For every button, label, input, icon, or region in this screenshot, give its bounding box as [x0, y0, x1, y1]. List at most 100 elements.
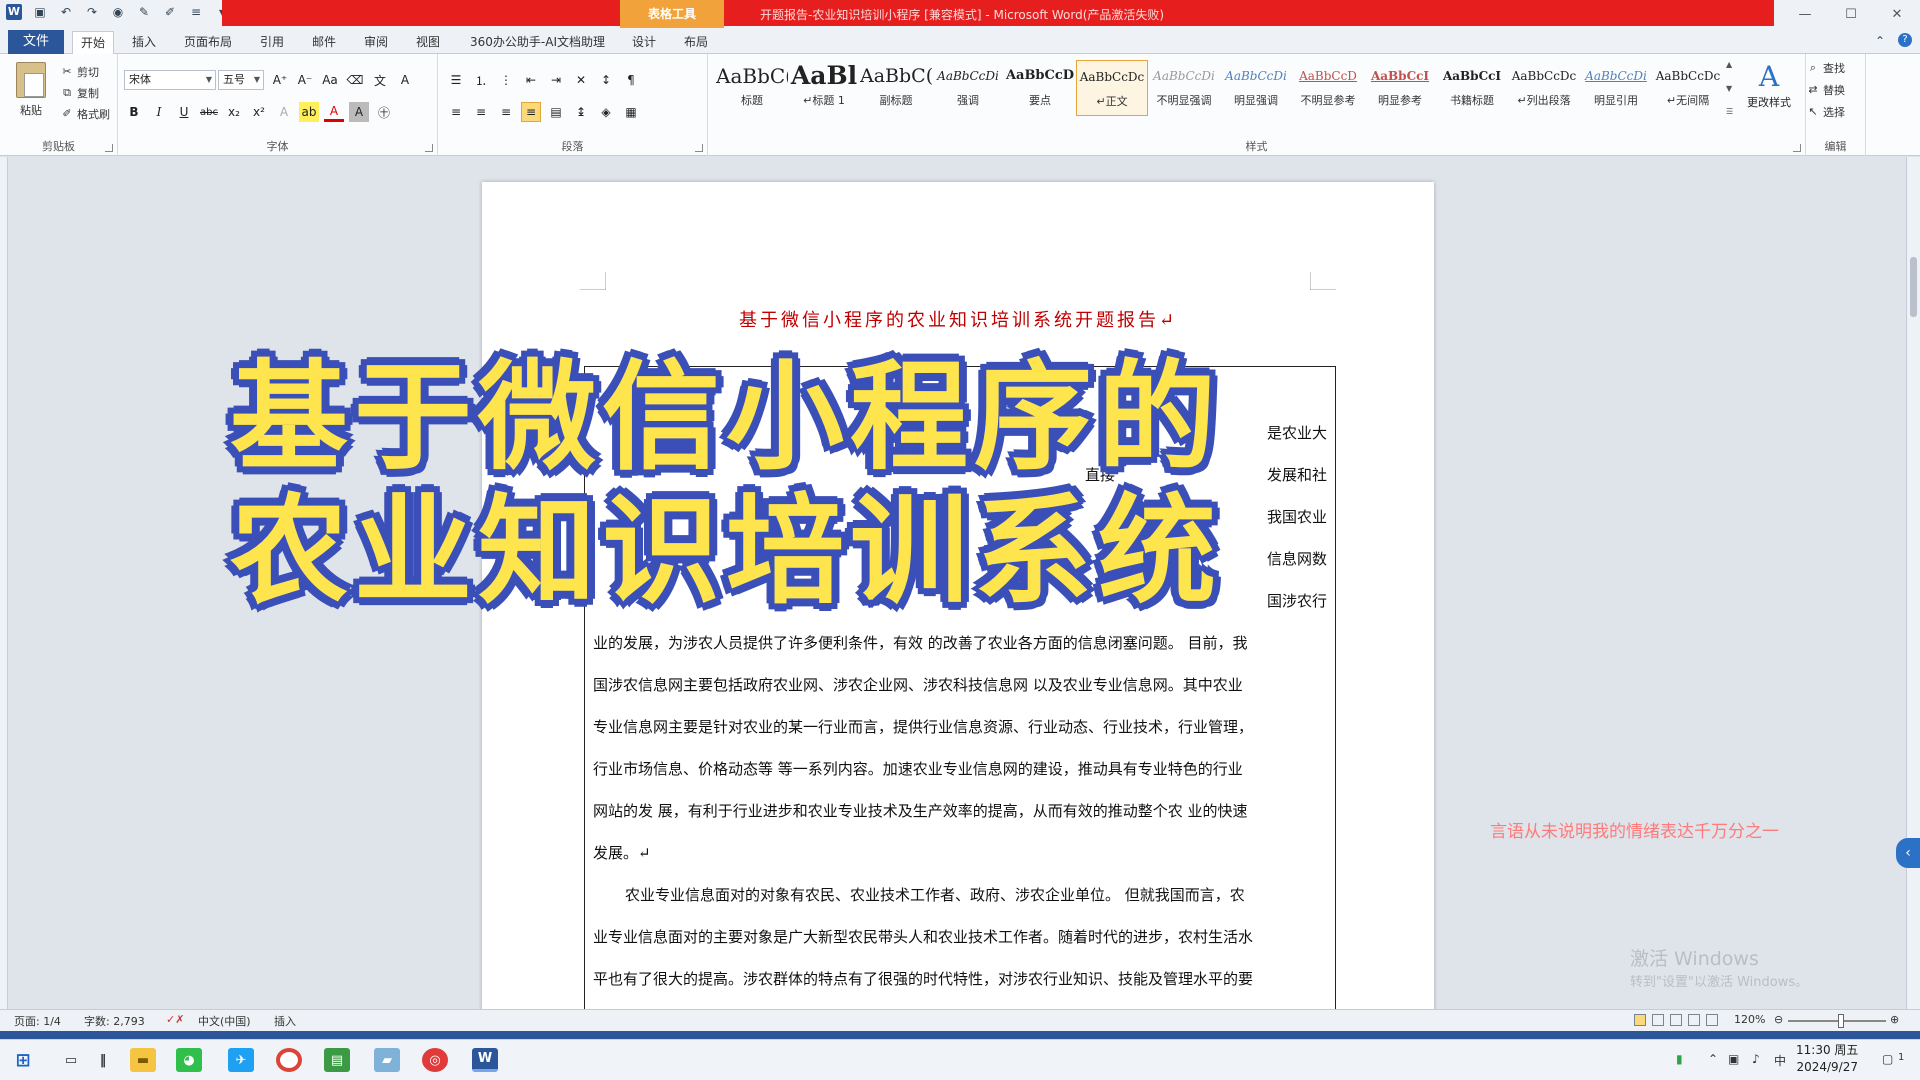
network-icon[interactable]: ▣ [1728, 1052, 1739, 1066]
line-spacing-icon[interactable]: ↨ [571, 102, 591, 122]
wechat-icon[interactable]: ◕ [176, 1048, 202, 1072]
tab-table-design[interactable]: 设计 [624, 31, 664, 54]
grow-font-icon[interactable]: A⁺ [270, 70, 290, 90]
show-marks-icon[interactable]: ¶ [621, 70, 641, 90]
select-button[interactable]: ↖ 选择 [1806, 104, 1845, 120]
netease-music-icon[interactable]: ◎ [422, 1048, 448, 1072]
char-border-icon[interactable]: A [395, 70, 415, 90]
shading-icon[interactable]: ◈ [596, 102, 616, 122]
style-emphasis[interactable]: AaBbCcDi 强调 [932, 60, 1004, 116]
notification-icon[interactable]: ▢ [1882, 1052, 1893, 1066]
styles-launcher-icon[interactable] [1793, 144, 1801, 152]
windows-start-icon[interactable]: ⊞ [10, 1048, 36, 1072]
style-no-spacing[interactable]: AaBbCcDc ↵无间隔 [1652, 60, 1724, 116]
web-view-icon[interactable] [1670, 1014, 1682, 1026]
tab-file[interactable]: 文件 [8, 30, 64, 54]
sort-icon[interactable]: ↕ [596, 70, 616, 90]
multilevel-list-icon[interactable]: ⋮ [496, 70, 516, 90]
style-subtle-reference[interactable]: AaBbCcD 不明显参考 [1292, 60, 1364, 116]
style-normal[interactable]: AaBbCcDc ↵正文 [1076, 60, 1148, 116]
char-shading-icon[interactable]: A [349, 102, 369, 122]
find-button[interactable]: ⌕ 查找 [1806, 60, 1845, 76]
italic-icon[interactable]: I [149, 102, 169, 122]
align-left-icon[interactable]: ≡ [446, 102, 466, 122]
highlight-icon[interactable]: ab [299, 102, 319, 122]
style-book-title[interactable]: AaBbCcI 书籍标题 [1436, 60, 1508, 116]
replace-button[interactable]: ⇄ 替换 [1806, 82, 1845, 98]
asian-layout-icon[interactable]: ✕ [571, 70, 591, 90]
draft-view-icon[interactable] [1706, 1014, 1718, 1026]
numbering-icon[interactable]: ⒈ [471, 70, 491, 90]
scroll-up-icon[interactable]: ▲ [1726, 60, 1738, 69]
proofing-icon[interactable]: ✓✗ [166, 1013, 184, 1026]
superscript-icon[interactable]: x² [249, 102, 269, 122]
tab-home[interactable]: 开始 [72, 31, 115, 54]
word-count[interactable]: 字数: 2,793 [84, 1013, 145, 1029]
font-launcher-icon[interactable] [425, 144, 433, 152]
shrink-font-icon[interactable]: A⁻ [295, 70, 315, 90]
maximize-button[interactable]: ☐ [1828, 0, 1874, 28]
tab-360-ai-assistant[interactable]: 360办公助手-AI文档助理 [462, 31, 613, 54]
zoom-level[interactable]: 120% [1734, 1013, 1765, 1026]
align-right-icon[interactable]: ≡ [496, 102, 516, 122]
brush-icon[interactable]: ✐ [162, 4, 178, 20]
language[interactable]: 中文(中国) [198, 1013, 251, 1029]
tab-review[interactable]: 审阅 [356, 31, 396, 54]
system-clock[interactable]: 11:30 周五 2024/9/27 [1796, 1042, 1858, 1076]
color-wheel-icon[interactable]: ◉ [110, 4, 126, 20]
print-layout-view-icon[interactable] [1634, 1014, 1646, 1026]
file-explorer-icon[interactable]: ▬ [130, 1048, 156, 1072]
list-icon[interactable]: ≡ [188, 4, 204, 20]
style-list-paragraph[interactable]: AaBbCcDc ↵列出段落 [1508, 60, 1580, 116]
redo-icon[interactable]: ↷ [84, 4, 100, 20]
text-effects-icon[interactable]: A [274, 102, 294, 122]
increase-indent-icon[interactable]: ⇥ [546, 70, 566, 90]
tray-expand-icon[interactable]: ⌃ [1708, 1052, 1718, 1066]
battery-icon[interactable]: ▮ [1676, 1052, 1683, 1066]
bullets-icon[interactable]: ☰ [446, 70, 466, 90]
format-painter-button[interactable]: ✐ 格式刷 [60, 106, 110, 122]
align-center-icon[interactable]: ≡ [471, 102, 491, 122]
volume-icon[interactable]: ♪ [1752, 1052, 1760, 1066]
ime-indicator[interactable]: 中 [1774, 1052, 1786, 1069]
outline-view-icon[interactable] [1688, 1014, 1700, 1026]
paste-icon[interactable] [16, 62, 46, 98]
word-taskbar-icon[interactable]: W [472, 1048, 498, 1072]
paragraph-launcher-icon[interactable] [695, 144, 703, 152]
change-case-icon[interactable]: Aa [320, 70, 340, 90]
document-app-icon[interactable]: ▰ [374, 1048, 400, 1072]
underline-icon[interactable]: U [174, 102, 194, 122]
clear-format-icon[interactable]: ⌫ [345, 70, 365, 90]
style-title[interactable]: AaBbC(标题 [716, 60, 788, 116]
borders-icon[interactable]: ▦ [621, 102, 641, 122]
undo-icon[interactable]: ↶ [58, 4, 74, 20]
style-subtle-emphasis[interactable]: AaBbCcDi 不明显强调 [1148, 60, 1220, 116]
font-name-combo[interactable]: 宋体 ▼ [124, 70, 216, 90]
collapse-ribbon-icon[interactable]: ⌃ [1872, 33, 1888, 49]
decrease-indent-icon[interactable]: ⇤ [521, 70, 541, 90]
font-size-combo[interactable]: 五号 ▼ [218, 70, 264, 90]
justify-icon[interactable]: ≡ [521, 102, 541, 122]
minimize-button[interactable]: — [1782, 0, 1828, 28]
close-button[interactable]: ✕ [1874, 0, 1920, 28]
task-view-icon[interactable]: ▭ [58, 1048, 84, 1072]
style-subtitle[interactable]: AaBbC(副标题 [860, 60, 932, 116]
full-screen-view-icon[interactable] [1652, 1014, 1664, 1026]
page-counter[interactable]: 页面: 1/4 [14, 1013, 61, 1029]
enclose-char-icon[interactable]: ㊉ [374, 102, 394, 122]
scrollbar-thumb[interactable] [1910, 257, 1917, 317]
tab-page-layout[interactable]: 页面布局 [176, 31, 240, 54]
word-logo-icon[interactable]: W [6, 4, 22, 20]
gallery-more-icon[interactable]: ☰ [1726, 107, 1738, 116]
strikethrough-icon[interactable]: abc [199, 102, 219, 122]
side-panel-toggle[interactable]: ‹ [1896, 838, 1920, 868]
tab-table-layout[interactable]: 布局 [676, 31, 716, 54]
bold-icon[interactable]: B [124, 102, 144, 122]
tab-references[interactable]: 引用 [252, 31, 292, 54]
clipboard-launcher-icon[interactable] [105, 144, 113, 152]
style-heading-1[interactable]: AaBl ↵标题 1 [788, 60, 860, 116]
pen-icon[interactable]: ✎ [136, 4, 152, 20]
subscript-icon[interactable]: x₂ [224, 102, 244, 122]
style-strong[interactable]: AaBbCcD 要点 [1004, 60, 1076, 116]
tab-view[interactable]: 视图 [408, 31, 448, 54]
